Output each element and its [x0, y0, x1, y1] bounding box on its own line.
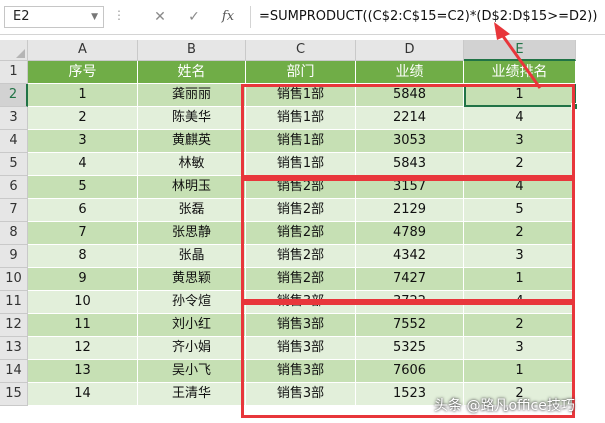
watermark: 头条 @路凡office技巧: [434, 398, 575, 414]
annotation-arrow-icon: [494, 22, 542, 89]
